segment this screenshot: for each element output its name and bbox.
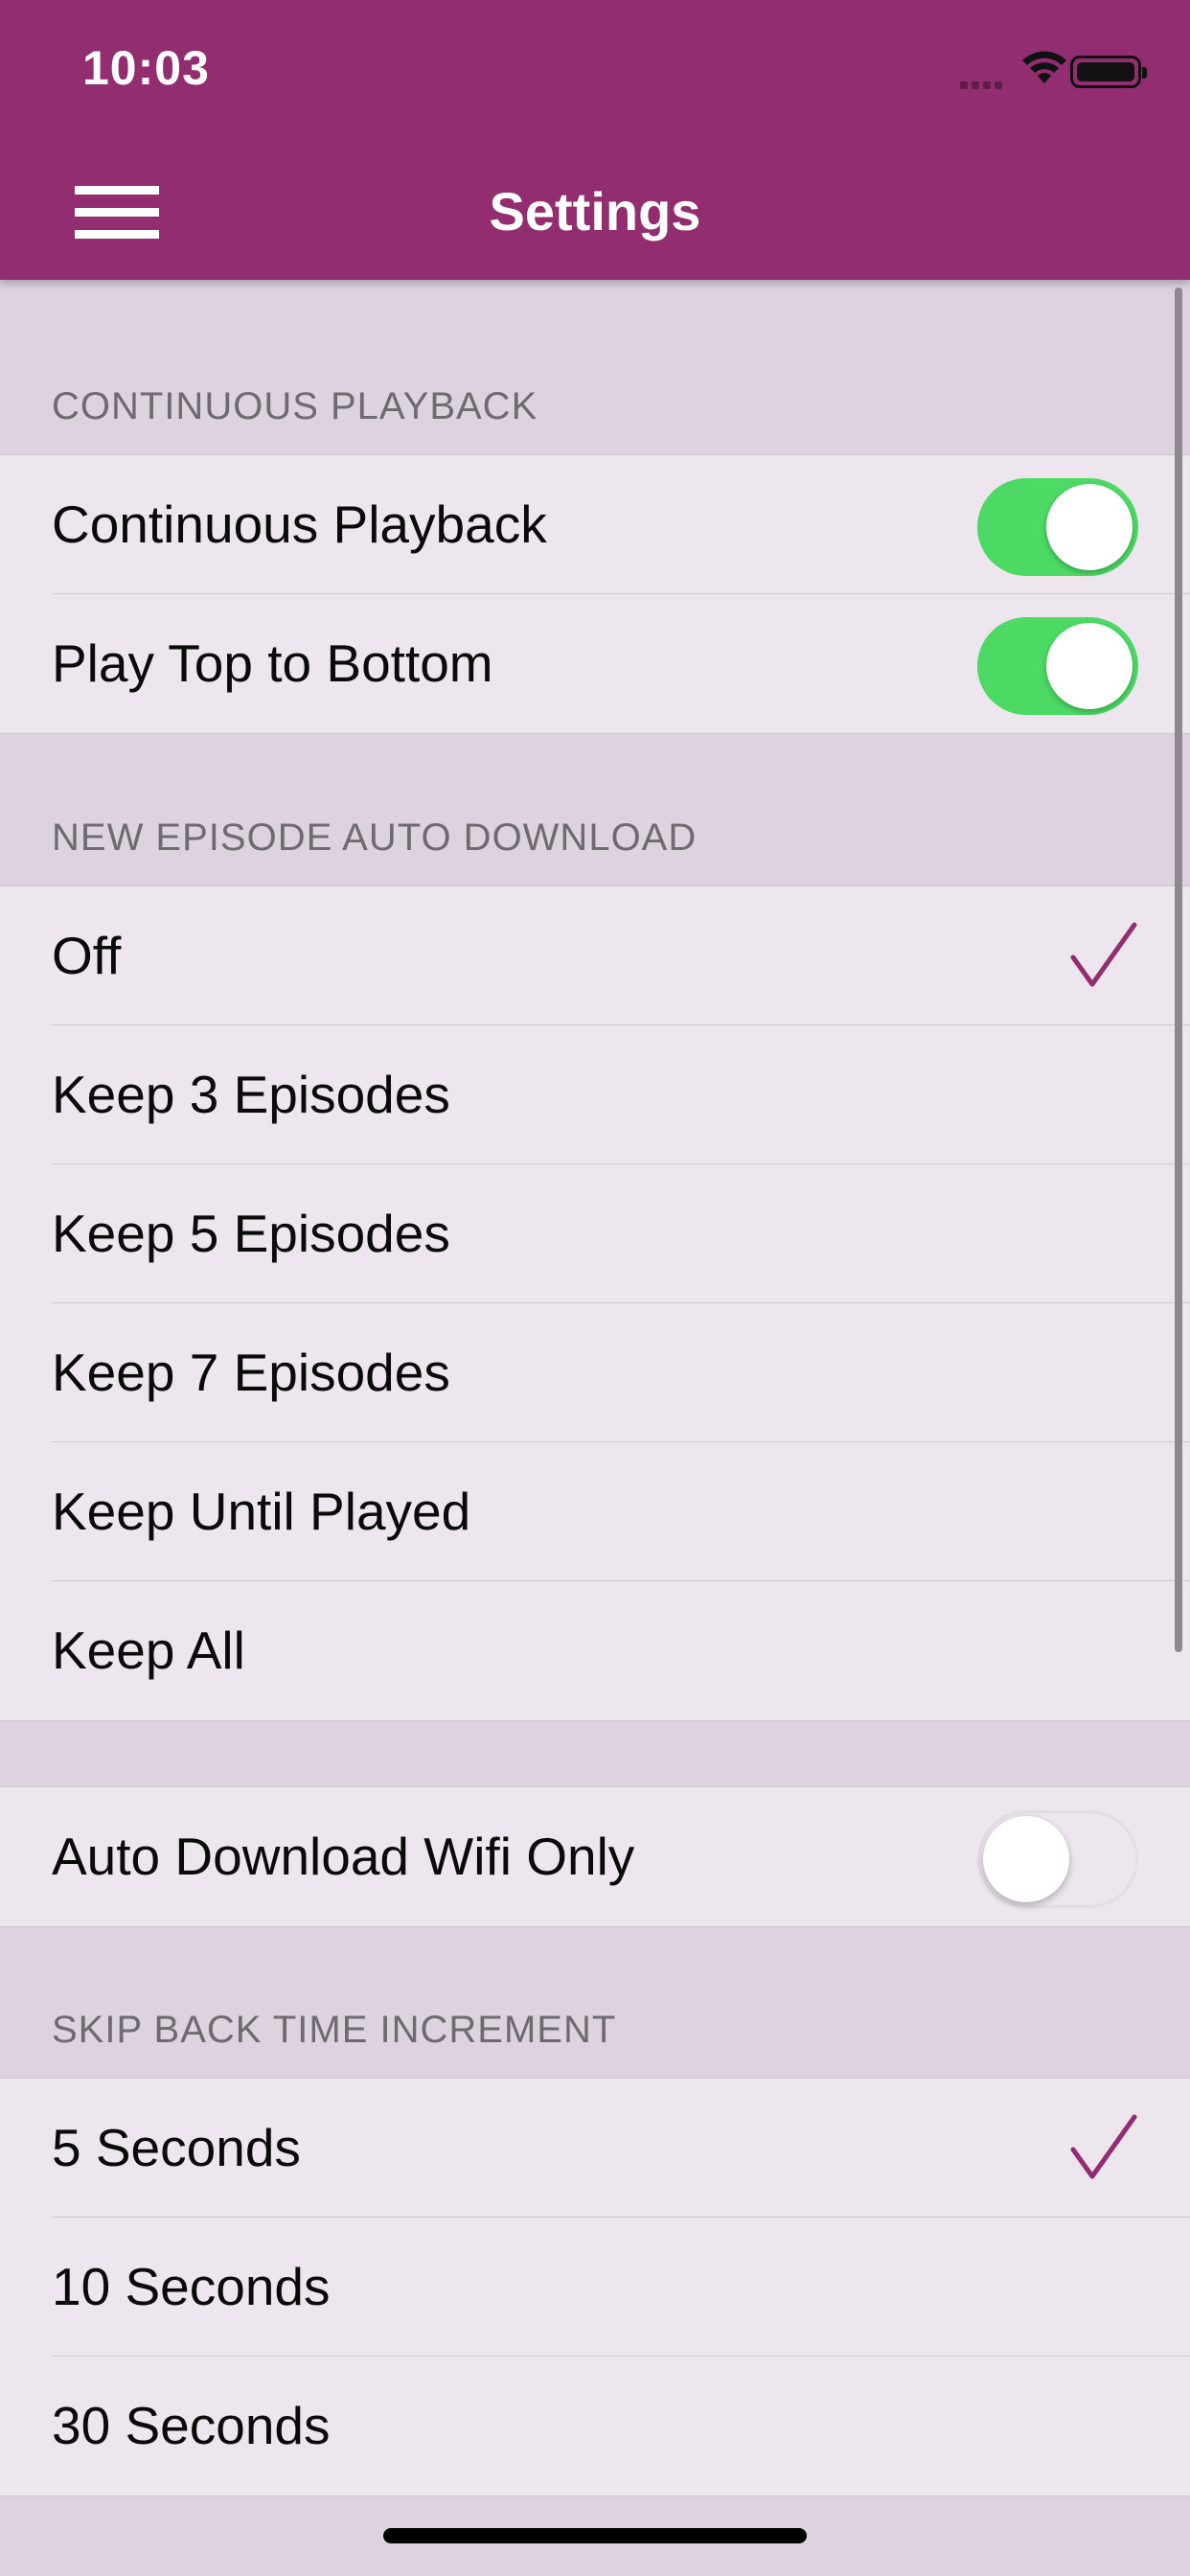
- row-label: Off: [52, 926, 122, 985]
- row-label: Keep 5 Episodes: [52, 1204, 450, 1263]
- option-row-keep-5[interactable]: Keep 5 Episodes: [0, 1164, 1190, 1303]
- settings-row-auto-download-wifi-only: Auto Download Wifi Only: [0, 1787, 1190, 1926]
- row-label: Keep All: [52, 1621, 245, 1680]
- page-title: Settings: [489, 181, 701, 242]
- auto-download-group: Off Keep 3 Episodes Keep 5 Episodes Keep…: [0, 886, 1190, 1721]
- option-row-keep-7[interactable]: Keep 7 Episodes: [0, 1303, 1190, 1442]
- option-row-keep-until-played[interactable]: Keep Until Played: [0, 1442, 1190, 1581]
- navigation-bar: 10:03 Settings: [0, 0, 1190, 280]
- row-label: Keep 3 Episodes: [52, 1065, 450, 1124]
- play-top-to-bottom-toggle[interactable]: [977, 617, 1138, 715]
- scrollbar[interactable]: [1175, 288, 1182, 1652]
- row-label: Play Top to Bottom: [52, 633, 493, 693]
- cellular-signal-icon: [960, 77, 1006, 94]
- wifi-group: Auto Download Wifi Only: [0, 1786, 1190, 1927]
- row-label: Keep 7 Episodes: [52, 1343, 450, 1402]
- row-label: Keep Until Played: [52, 1482, 471, 1541]
- settings-row-play-top-to-bottom: Play Top to Bottom: [0, 594, 1190, 733]
- option-row-keep-all[interactable]: Keep All: [0, 1581, 1190, 1720]
- row-label: 30 Seconds: [52, 2396, 331, 2455]
- wifi-icon: [1022, 51, 1066, 83]
- row-label: Auto Download Wifi Only: [52, 1827, 635, 1886]
- battery-icon: [1070, 56, 1147, 88]
- row-label: 5 Seconds: [52, 2118, 301, 2177]
- row-label: 10 Seconds: [52, 2257, 331, 2316]
- checkmark-icon: [1070, 922, 1137, 987]
- settings-row-continuous-playback: Continuous Playback: [0, 455, 1190, 594]
- status-time: 10:03: [82, 41, 210, 95]
- option-row-off[interactable]: Off: [0, 886, 1190, 1025]
- option-row-5-seconds[interactable]: 5 Seconds: [0, 2079, 1190, 2218]
- section-header-auto-download: NEW EPISODE AUTO DOWNLOAD: [52, 816, 698, 859]
- continuous-playback-group: Continuous Playback Play Top to Bottom: [0, 454, 1190, 734]
- row-label: Continuous Playback: [52, 494, 547, 554]
- continuous-playback-toggle[interactable]: [977, 478, 1138, 576]
- section-header-continuous-playback: CONTINUOUS PLAYBACK: [52, 385, 538, 427]
- section-header-skip-back: SKIP BACK TIME INCREMENT: [52, 2009, 617, 2051]
- option-row-10-seconds[interactable]: 10 Seconds: [0, 2218, 1190, 2357]
- option-row-keep-3[interactable]: Keep 3 Episodes: [0, 1025, 1190, 1164]
- skip-back-group: 5 Seconds 10 Seconds 30 Seconds: [0, 2078, 1190, 2496]
- home-indicator[interactable]: [383, 2528, 807, 2543]
- option-row-30-seconds[interactable]: 30 Seconds: [0, 2357, 1190, 2496]
- auto-download-wifi-only-toggle[interactable]: [977, 1810, 1138, 1908]
- checkmark-icon: [1070, 2114, 1137, 2179]
